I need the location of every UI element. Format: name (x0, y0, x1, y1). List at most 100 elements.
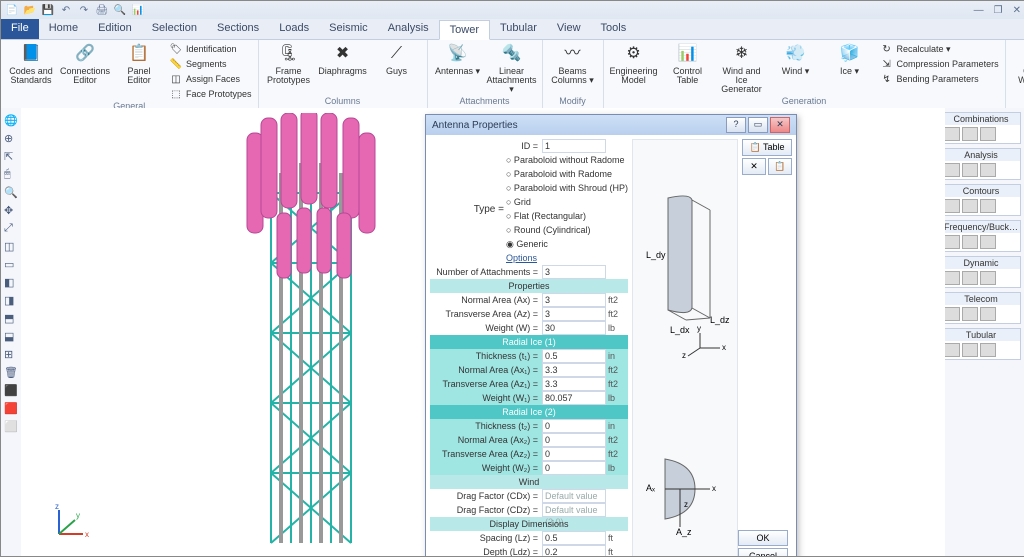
panel-frequency-buck-[interactable]: Frequency/Buck… (941, 220, 1021, 252)
tab-file[interactable]: File (1, 19, 39, 39)
ribbon-btn-group-wizard-[interactable]: 🧙Group Wizard ▾ (1012, 42, 1024, 94)
field-input[interactable]: 1 (542, 139, 606, 153)
field-input[interactable]: 0 (542, 419, 606, 433)
panel-analysis[interactable]: Analysis (941, 148, 1021, 180)
field-input[interactable]: 0.5 (542, 531, 606, 545)
ribbon-btn-antennas-[interactable]: 📡Antennas ▾ (434, 42, 482, 94)
qat-button-0[interactable]: 📄 (5, 3, 19, 17)
tool-2[interactable]: ⇱ (4, 150, 18, 164)
minimize-button[interactable]: — (974, 5, 984, 16)
type-radio-3[interactable]: ○ Grid (504, 197, 531, 207)
field-input[interactable]: 3.3 (542, 377, 606, 391)
ok-button[interactable]: OK (738, 530, 788, 546)
tool-14[interactable]: 🗑 (4, 366, 18, 380)
ribbon-btn-identification[interactable]: 🏷Identification (169, 42, 252, 56)
field-input[interactable]: Default value (2.0) (542, 489, 606, 503)
tab-tools[interactable]: Tools (591, 19, 637, 39)
tab-edition[interactable]: Edition (88, 19, 142, 39)
qat-button-6[interactable]: 🔍 (113, 3, 127, 17)
panel-contours[interactable]: Contours (941, 184, 1021, 216)
field-input[interactable]: 3.3 (542, 363, 606, 377)
dialog-close-button[interactable]: ✕ (770, 117, 790, 133)
field-input[interactable]: 80.057 (542, 391, 606, 405)
ribbon-btn-face-prototypes[interactable]: ⬚Face Prototypes (169, 87, 252, 101)
tool-10[interactable]: ◨ (4, 294, 18, 308)
tab-analysis[interactable]: Analysis (378, 19, 439, 39)
tool-11[interactable]: ⬒ (4, 312, 18, 326)
copy-button[interactable]: 📋 (768, 158, 792, 175)
tool-7[interactable]: ◫ (4, 240, 18, 254)
cancel-button[interactable]: Cancel (738, 548, 788, 557)
field-input[interactable]: Default value (2.0) (542, 503, 606, 517)
field-input[interactable]: 3 (542, 293, 606, 307)
panel-combinations[interactable]: Combinations (941, 112, 1021, 144)
ribbon-btn-compression-parameters[interactable]: ⇲Compression Parameters (880, 57, 999, 71)
tool-13[interactable]: ⊞ (4, 348, 18, 362)
table-button[interactable]: 📋 Table (742, 139, 792, 156)
tab-selection[interactable]: Selection (142, 19, 207, 39)
dialog-titlebar[interactable]: Antenna Properties ? ▭ ✕ (426, 115, 796, 135)
tab-view[interactable]: View (547, 19, 591, 39)
tab-tower[interactable]: Tower (439, 20, 490, 40)
ribbon-btn-segments[interactable]: 📏Segments (169, 57, 252, 71)
type-radio-1[interactable]: ○ Paraboloid with Radome (504, 169, 612, 179)
qat-button-4[interactable]: ↷ (77, 3, 91, 17)
ribbon-btn-wind-[interactable]: 💨Wind ▾ (772, 42, 820, 94)
tool-15[interactable]: ⬛ (4, 384, 18, 398)
field-input[interactable]: 0.5 (542, 349, 606, 363)
ribbon-btn-frame-prototypes[interactable]: 🗜Frame Prototypes (265, 42, 313, 85)
tab-sections[interactable]: Sections (207, 19, 269, 39)
panel-tubular[interactable]: Tubular (941, 328, 1021, 360)
model-canvas[interactable]: zxy Antenna Properties ? ▭ ✕ ID =1Type =… (21, 108, 945, 556)
panel-telecom[interactable]: Telecom (941, 292, 1021, 324)
ribbon-btn-diaphragms[interactable]: ✖Diaphragms (319, 42, 367, 85)
options-link[interactable]: Options (504, 253, 537, 263)
tool-16[interactable]: 🟥 (4, 402, 18, 416)
ribbon-btn-assign-faces[interactable]: ◫Assign Faces (169, 72, 252, 86)
field-input[interactable]: 30 (542, 321, 606, 335)
tab-home[interactable]: Home (39, 19, 88, 39)
ribbon-btn-bending-parameters[interactable]: ↯Bending Parameters (880, 72, 999, 86)
tab-tubular[interactable]: Tubular (490, 19, 547, 39)
dialog-min-button[interactable]: ▭ (748, 117, 768, 133)
qat-button-5[interactable]: 🖨 (95, 3, 109, 17)
tab-loads[interactable]: Loads (269, 19, 319, 39)
tab-seismic[interactable]: Seismic (319, 19, 378, 39)
tool-0[interactable]: 🌐 (4, 114, 18, 128)
type-radio-6[interactable]: ◉ Generic (504, 239, 548, 250)
ribbon-btn-panel-editor[interactable]: 📋Panel Editor (115, 42, 163, 101)
tool-12[interactable]: ⬓ (4, 330, 18, 344)
ribbon-btn-recalculate-[interactable]: ↻Recalculate ▾ (880, 42, 999, 56)
maximize-button[interactable]: ❐ (994, 5, 1003, 16)
field-input[interactable]: 3 (542, 307, 606, 321)
ribbon-btn-ice-[interactable]: 🧊Ice ▾ (826, 42, 874, 94)
tool-5[interactable]: ✥ (4, 204, 18, 218)
ribbon-btn-guys[interactable]: ⟋Guys (373, 42, 421, 85)
ribbon-btn-beams-columns-[interactable]: 〰Beams Columns ▾ (549, 42, 597, 85)
close-window-button[interactable]: ✕ (1013, 5, 1021, 16)
dialog-help-button[interactable]: ? (726, 117, 746, 133)
ribbon-btn-wind-and-ice-generator[interactable]: ❄Wind and Ice Generator (718, 42, 766, 94)
type-radio-5[interactable]: ○ Round (Cylindrical) (504, 225, 590, 235)
tool-6[interactable]: ⤢ (4, 222, 18, 236)
ribbon-btn-engineering-model[interactable]: ⚙Engineering Model (610, 42, 658, 94)
type-radio-4[interactable]: ○ Flat (Rectangular) (504, 211, 586, 221)
type-radio-0[interactable]: ○ Paraboloid without Radome (504, 155, 625, 165)
qat-button-7[interactable]: 📊 (131, 3, 145, 17)
panel-dynamic[interactable]: Dynamic (941, 256, 1021, 288)
ribbon-btn-linear-attachments-[interactable]: 🔩Linear Attachments ▾ (488, 42, 536, 94)
ribbon-btn-codes-and-standards[interactable]: 📘Codes and Standards (7, 42, 55, 101)
qat-button-3[interactable]: ↶ (59, 3, 73, 17)
qat-button-2[interactable]: 💾 (41, 3, 55, 17)
delete-button[interactable]: ✕ (742, 158, 766, 175)
tool-8[interactable]: ▭ (4, 258, 18, 272)
tool-1[interactable]: ⊕ (4, 132, 18, 146)
tool-3[interactable]: 🖱 (4, 168, 18, 182)
ribbon-btn-control-table[interactable]: 📊Control Table (664, 42, 712, 94)
tool-17[interactable]: ⬜ (4, 420, 18, 434)
field-input[interactable]: 0 (542, 461, 606, 475)
tool-4[interactable]: 🔍 (4, 186, 18, 200)
type-radio-2[interactable]: ○ Paraboloid with Shroud (HP) (504, 183, 628, 193)
qat-button-1[interactable]: 📂 (23, 3, 37, 17)
ribbon-btn-connections-editor[interactable]: 🔗Connections Editor (61, 42, 109, 101)
